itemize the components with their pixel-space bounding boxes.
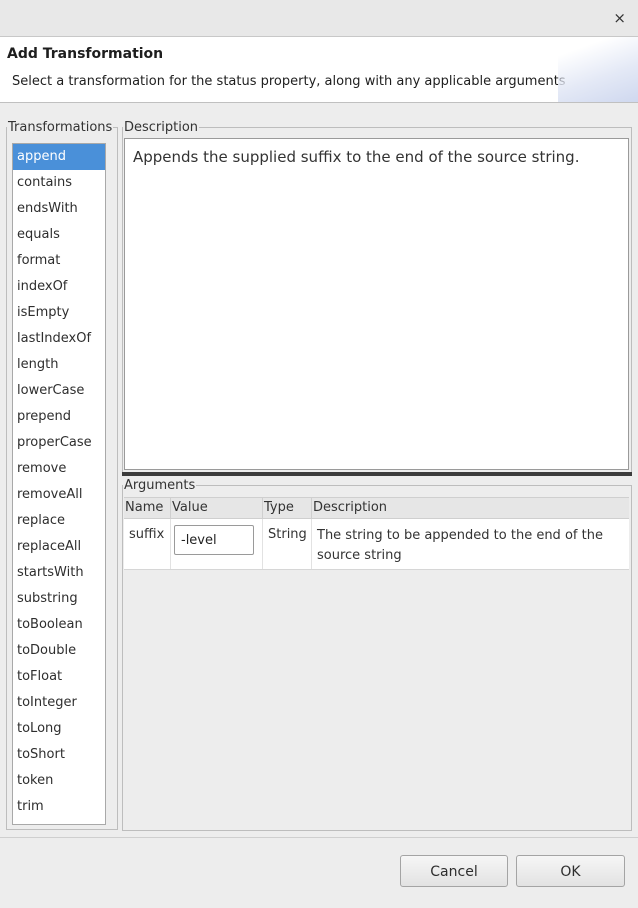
header-banner-graphic [558, 37, 638, 102]
table-header: Name Value Type Description [124, 497, 629, 519]
transformation-item-replace[interactable]: replace [13, 508, 105, 534]
dialog-title: Add Transformation [7, 46, 164, 62]
transformation-item-lastindexof[interactable]: lastIndexOf [13, 326, 105, 352]
transformation-item-length[interactable]: length [13, 352, 105, 378]
transformation-item-replaceall[interactable]: replaceAll [13, 534, 105, 560]
transformation-item-removeall[interactable]: removeAll [13, 482, 105, 508]
transformation-item-toshort[interactable]: toShort [13, 742, 105, 768]
column-header-name[interactable]: Name [124, 498, 171, 518]
transformation-item-startswith[interactable]: startsWith [13, 560, 105, 586]
argument-type: String [263, 519, 312, 569]
transformations-list[interactable]: append contains endsWith equals format indexO… [12, 143, 106, 825]
transformation-item-lowercase[interactable]: lowerCase [13, 378, 105, 404]
table-row[interactable]: suffix String The string to be appended … [124, 519, 629, 570]
transformations-legend: Transformations [8, 120, 113, 135]
ok-button[interactable]: OK [516, 855, 625, 887]
argument-name: suffix [124, 519, 171, 569]
transformation-item-todouble[interactable]: toDouble [13, 638, 105, 664]
description-legend: Description [124, 120, 199, 135]
transformation-item-contains[interactable]: contains [13, 170, 105, 196]
arguments-table: Name Value Type Description suffix Strin… [124, 497, 629, 570]
transformation-item-token[interactable]: token [13, 768, 105, 794]
transformation-item-format[interactable]: format [13, 248, 105, 274]
transformation-item-tofloat[interactable]: toFloat [13, 664, 105, 690]
footer-divider [0, 837, 638, 838]
close-icon[interactable]: × [613, 9, 626, 27]
column-header-description[interactable]: Description [312, 498, 629, 518]
cancel-button[interactable]: Cancel [400, 855, 508, 887]
title-bar: × [0, 0, 638, 37]
transformation-item-remove[interactable]: remove [13, 456, 105, 482]
column-header-value[interactable]: Value [171, 498, 263, 518]
argument-description: The string to be appended to the end of … [317, 528, 603, 563]
argument-value-input[interactable] [174, 525, 254, 555]
transformation-item-tolong[interactable]: toLong [13, 716, 105, 742]
dialog-subtitle: Select a transformation for the status p… [12, 74, 566, 89]
transformation-item-tointeger[interactable]: toInteger [13, 690, 105, 716]
transformation-item-trim[interactable]: trim [13, 794, 105, 820]
transformation-item-prepend[interactable]: prepend [13, 404, 105, 430]
transformation-item-equals[interactable]: equals [13, 222, 105, 248]
transformation-item-append[interactable]: append [13, 144, 105, 170]
column-header-type[interactable]: Type [263, 498, 312, 518]
description-text: Appends the supplied suffix to the end o… [133, 148, 580, 166]
split-sash[interactable] [122, 472, 632, 476]
description-panel: Appends the supplied suffix to the end o… [124, 138, 629, 470]
transformation-item-isempty[interactable]: isEmpty [13, 300, 105, 326]
transformation-item-propercase[interactable]: properCase [13, 430, 105, 456]
transformation-item-indexof[interactable]: indexOf [13, 274, 105, 300]
transformation-item-endswith[interactable]: endsWith [13, 196, 105, 222]
dialog-header: Add Transformation Select a transformati… [0, 37, 638, 103]
arguments-legend: Arguments [124, 478, 196, 493]
transformation-item-substring[interactable]: substring [13, 586, 105, 612]
argument-value-cell [171, 519, 263, 569]
transformation-item-toboolean[interactable]: toBoolean [13, 612, 105, 638]
